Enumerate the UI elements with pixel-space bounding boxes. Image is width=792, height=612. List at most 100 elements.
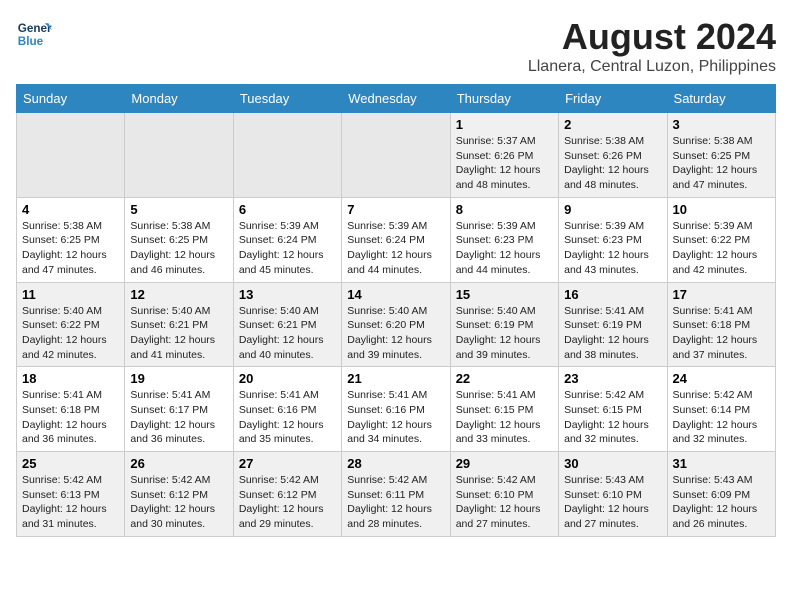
- column-header-sunday: Sunday: [17, 85, 125, 113]
- day-info: Sunrise: 5:43 AM Sunset: 6:10 PM Dayligh…: [564, 473, 661, 532]
- calendar-cell: 28 Sunrise: 5:42 AM Sunset: 6:11 PM Dayli…: [342, 452, 450, 537]
- calendar-cell: 12Sunrise: 5:40 AM Sunset: 6:21 PM Dayli…: [125, 282, 233, 367]
- day-info: Sunrise: 5:41 AM Sunset: 6:16 PM Dayligh…: [239, 388, 336, 447]
- calendar-cell: 1 Sunrise: 5:37 AM Sunset: 6:26 PM Daylig…: [450, 113, 558, 198]
- day-number: 11: [22, 287, 119, 302]
- day-info: Sunrise: 5:42 AM Sunset: 6:13 PM Dayligh…: [22, 473, 119, 532]
- calendar-cell: 6 Sunrise: 5:39 AM Sunset: 6:24 PM Daylig…: [233, 197, 341, 282]
- calendar-week-row: 4 Sunrise: 5:38 AM Sunset: 6:25 PM Daylig…: [17, 197, 776, 282]
- day-number: 2: [564, 117, 661, 132]
- day-number: 22: [456, 371, 553, 386]
- calendar-cell: 30 Sunrise: 5:43 AM Sunset: 6:10 PM Dayli…: [559, 452, 667, 537]
- column-header-tuesday: Tuesday: [233, 85, 341, 113]
- calendar-cell: 11 Sunrise: 5:40 AM Sunset: 6:22 PM Dayli…: [17, 282, 125, 367]
- calendar-cell: 19Sunrise: 5:41 AM Sunset: 6:17 PM Dayli…: [125, 367, 233, 452]
- logo: General Blue: [16, 16, 52, 52]
- day-info: Sunrise: 5:42 AM Sunset: 6:12 PM Dayligh…: [130, 473, 227, 532]
- day-number: 5: [130, 202, 227, 217]
- calendar-week-row: 18 Sunrise: 5:41 AM Sunset: 6:18 PM Dayli…: [17, 367, 776, 452]
- day-info: Sunrise: 5:41 AM Sunset: 6:19 PM Dayligh…: [564, 304, 661, 363]
- day-info: Sunrise: 5:41 AM Sunset: 6:16 PM Dayligh…: [347, 388, 444, 447]
- calendar-cell: 17Sunrise: 5:41 AM Sunset: 6:18 PM Dayli…: [667, 282, 775, 367]
- day-number: 3: [673, 117, 770, 132]
- calendar-cell: [342, 113, 450, 198]
- day-info: Sunrise: 5:42 AM Sunset: 6:15 PM Dayligh…: [564, 388, 661, 447]
- day-number: 20: [239, 371, 336, 386]
- day-info: Sunrise: 5:41 AM Sunset: 6:15 PM Dayligh…: [456, 388, 553, 447]
- svg-text:Blue: Blue: [18, 35, 44, 48]
- calendar-cell: 21 Sunrise: 5:41 AM Sunset: 6:16 PM Dayli…: [342, 367, 450, 452]
- day-info: Sunrise: 5:41 AM Sunset: 6:18 PM Dayligh…: [22, 388, 119, 447]
- calendar-cell: 31Sunrise: 5:43 AM Sunset: 6:09 PM Dayli…: [667, 452, 775, 537]
- column-header-friday: Friday: [559, 85, 667, 113]
- day-number: 25: [22, 456, 119, 471]
- day-number: 27: [239, 456, 336, 471]
- calendar-week-row: 1 Sunrise: 5:37 AM Sunset: 6:26 PM Daylig…: [17, 113, 776, 198]
- day-info: Sunrise: 5:39 AM Sunset: 6:24 PM Dayligh…: [347, 219, 444, 278]
- calendar-cell: 22 Sunrise: 5:41 AM Sunset: 6:15 PM Dayli…: [450, 367, 558, 452]
- day-info: Sunrise: 5:42 AM Sunset: 6:14 PM Dayligh…: [673, 388, 770, 447]
- column-header-thursday: Thursday: [450, 85, 558, 113]
- day-number: 6: [239, 202, 336, 217]
- calendar-cell: [125, 113, 233, 198]
- day-info: Sunrise: 5:42 AM Sunset: 6:11 PM Dayligh…: [347, 473, 444, 532]
- calendar-cell: 20 Sunrise: 5:41 AM Sunset: 6:16 PM Dayli…: [233, 367, 341, 452]
- day-number: 14: [347, 287, 444, 302]
- day-number: 29: [456, 456, 553, 471]
- day-number: 16: [564, 287, 661, 302]
- day-number: 8: [456, 202, 553, 217]
- day-info: Sunrise: 5:39 AM Sunset: 6:22 PM Dayligh…: [673, 219, 770, 278]
- calendar-cell: 26 Sunrise: 5:42 AM Sunset: 6:12 PM Dayli…: [125, 452, 233, 537]
- day-info: Sunrise: 5:38 AM Sunset: 6:26 PM Dayligh…: [564, 134, 661, 193]
- day-info: Sunrise: 5:42 AM Sunset: 6:10 PM Dayligh…: [456, 473, 553, 532]
- calendar-header-row: SundayMondayTuesdayWednesdayThursdayFrid…: [17, 85, 776, 113]
- day-number: 26: [130, 456, 227, 471]
- day-number: 30: [564, 456, 661, 471]
- day-number: 7: [347, 202, 444, 217]
- day-info: Sunrise: 5:39 AM Sunset: 6:23 PM Dayligh…: [456, 219, 553, 278]
- calendar-cell: 16 Sunrise: 5:41 AM Sunset: 6:19 PM Dayli…: [559, 282, 667, 367]
- day-info: Sunrise: 5:38 AM Sunset: 6:25 PM Dayligh…: [673, 134, 770, 193]
- day-number: 18: [22, 371, 119, 386]
- day-number: 28: [347, 456, 444, 471]
- calendar-cell: 5Sunrise: 5:38 AM Sunset: 6:25 PM Daylig…: [125, 197, 233, 282]
- day-number: 4: [22, 202, 119, 217]
- calendar-cell: 9 Sunrise: 5:39 AM Sunset: 6:23 PM Daylig…: [559, 197, 667, 282]
- day-number: 17: [673, 287, 770, 302]
- calendar-cell: 25 Sunrise: 5:42 AM Sunset: 6:13 PM Dayli…: [17, 452, 125, 537]
- location-subtitle: Llanera, Central Luzon, Philippines: [528, 58, 776, 76]
- day-number: 24: [673, 371, 770, 386]
- page-header: General Blue August 2024 Llanera, Centra…: [16, 16, 776, 76]
- calendar-cell: 13Sunrise: 5:40 AM Sunset: 6:21 PM Dayli…: [233, 282, 341, 367]
- day-number: 21: [347, 371, 444, 386]
- title-block: August 2024 Llanera, Central Luzon, Phil…: [528, 16, 776, 76]
- column-header-monday: Monday: [125, 85, 233, 113]
- calendar-cell: [233, 113, 341, 198]
- day-info: Sunrise: 5:41 AM Sunset: 6:17 PM Dayligh…: [130, 388, 227, 447]
- calendar-cell: 27Sunrise: 5:42 AM Sunset: 6:12 PM Dayli…: [233, 452, 341, 537]
- day-info: Sunrise: 5:38 AM Sunset: 6:25 PM Dayligh…: [22, 219, 119, 278]
- column-header-wednesday: Wednesday: [342, 85, 450, 113]
- calendar-cell: [17, 113, 125, 198]
- calendar-week-row: 11 Sunrise: 5:40 AM Sunset: 6:22 PM Dayli…: [17, 282, 776, 367]
- month-year-title: August 2024: [528, 16, 776, 58]
- day-info: Sunrise: 5:39 AM Sunset: 6:23 PM Dayligh…: [564, 219, 661, 278]
- calendar-cell: 7 Sunrise: 5:39 AM Sunset: 6:24 PM Daylig…: [342, 197, 450, 282]
- calendar-cell: 14Sunrise: 5:40 AM Sunset: 6:20 PM Dayli…: [342, 282, 450, 367]
- day-number: 10: [673, 202, 770, 217]
- calendar-cell: 3 Sunrise: 5:38 AM Sunset: 6:25 PM Daylig…: [667, 113, 775, 198]
- day-number: 15: [456, 287, 553, 302]
- day-info: Sunrise: 5:37 AM Sunset: 6:26 PM Dayligh…: [456, 134, 553, 193]
- calendar-cell: 29 Sunrise: 5:42 AM Sunset: 6:10 PM Dayli…: [450, 452, 558, 537]
- day-number: 1: [456, 117, 553, 132]
- day-number: 9: [564, 202, 661, 217]
- calendar-table: SundayMondayTuesdayWednesdayThursdayFrid…: [16, 84, 776, 537]
- calendar-cell: 18 Sunrise: 5:41 AM Sunset: 6:18 PM Dayli…: [17, 367, 125, 452]
- day-info: Sunrise: 5:39 AM Sunset: 6:24 PM Dayligh…: [239, 219, 336, 278]
- day-info: Sunrise: 5:40 AM Sunset: 6:22 PM Dayligh…: [22, 304, 119, 363]
- calendar-cell: 10 Sunrise: 5:39 AM Sunset: 6:22 PM Dayli…: [667, 197, 775, 282]
- day-number: 12: [130, 287, 227, 302]
- calendar-cell: 4 Sunrise: 5:38 AM Sunset: 6:25 PM Daylig…: [17, 197, 125, 282]
- calendar-cell: 23Sunrise: 5:42 AM Sunset: 6:15 PM Dayli…: [559, 367, 667, 452]
- day-number: 31: [673, 456, 770, 471]
